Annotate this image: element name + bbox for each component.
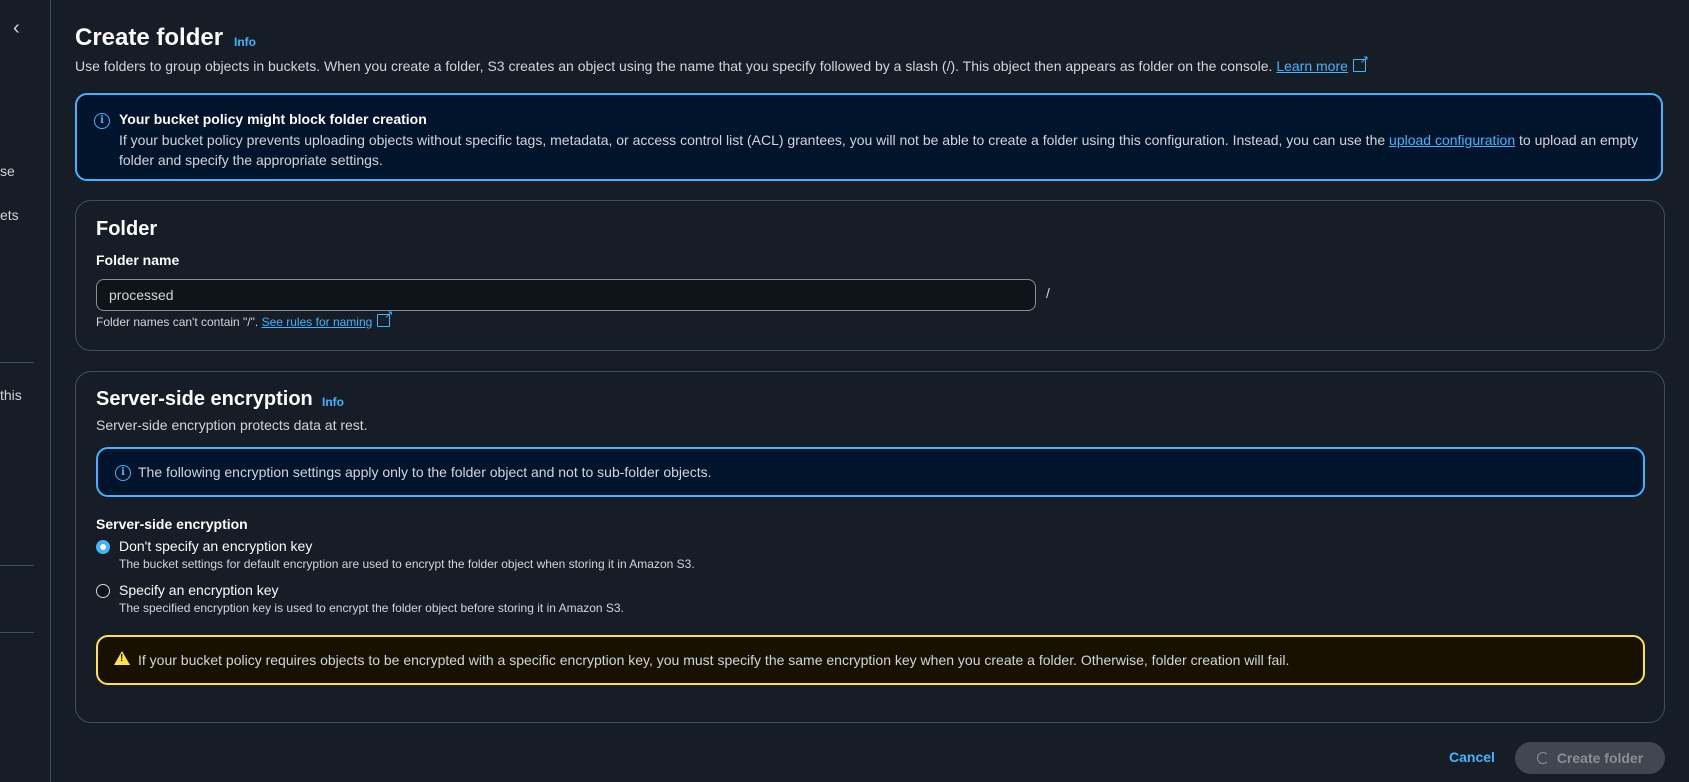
external-link-icon bbox=[1352, 53, 1369, 72]
radio-no-key-description: The bucket settings for default encrypti… bbox=[119, 557, 695, 571]
create-folder-label: Create folder bbox=[1556, 750, 1644, 766]
description-text: Use folders to group objects in buckets.… bbox=[75, 58, 1273, 74]
side-navigation: ‹ se ets this bbox=[0, 0, 51, 782]
nav-divider bbox=[0, 362, 34, 363]
nav-item-fragment[interactable]: se bbox=[0, 163, 15, 179]
encryption-field-label: Server-side encryption bbox=[96, 516, 248, 532]
radio-specify-key-label: Specify an encryption key bbox=[119, 582, 279, 598]
hint-text: Folder names can't contain "/". bbox=[96, 315, 259, 329]
learn-more-label: Learn more bbox=[1276, 58, 1348, 74]
page-title: Create folder bbox=[75, 24, 224, 51]
external-link-icon bbox=[377, 308, 393, 327]
warning-text: If your bucket policy requires objects t… bbox=[138, 652, 1290, 668]
alert-title: Your bucket policy might block folder cr… bbox=[119, 111, 427, 127]
encryption-info-alert: i The following encryption settings appl… bbox=[96, 447, 1645, 497]
policy-info-alert: i Your bucket policy might block folder … bbox=[75, 93, 1663, 181]
folder-slash: / bbox=[1046, 285, 1050, 301]
nav-item-fragment[interactable]: ets bbox=[0, 207, 19, 223]
encryption-warning-alert: If your bucket policy requires objects t… bbox=[96, 635, 1645, 685]
alert-body-text: If your bucket policy prevents uploading… bbox=[119, 132, 1386, 148]
info-icon: i bbox=[94, 113, 110, 129]
radio-specify-key-description: The specified encryption key is used to … bbox=[119, 601, 624, 615]
encryption-description: Server-side encryption protects data at … bbox=[96, 417, 368, 433]
radio-selected[interactable] bbox=[96, 540, 110, 554]
page-description: Use folders to group objects in buckets.… bbox=[75, 53, 1369, 74]
encryption-info-link[interactable]: Info bbox=[322, 395, 344, 409]
folder-name-input[interactable] bbox=[96, 279, 1036, 311]
naming-rules-label: See rules for naming bbox=[261, 315, 373, 329]
radio-no-key-label: Don't specify an encryption key bbox=[119, 538, 313, 554]
folder-name-label: Folder name bbox=[96, 252, 180, 268]
learn-more-link[interactable]: Learn more bbox=[1276, 58, 1348, 74]
warning-icon bbox=[114, 651, 130, 665]
nav-divider bbox=[0, 565, 34, 566]
folder-name-hint: Folder names can't contain "/". See rule… bbox=[96, 308, 393, 329]
encryption-heading: Server-side encryption bbox=[96, 388, 313, 410]
collapse-nav-icon[interactable]: ‹ bbox=[13, 17, 20, 40]
upload-configuration-link[interactable]: upload configuration bbox=[1389, 132, 1515, 148]
info-icon: i bbox=[115, 465, 131, 481]
encryption-alert-text: The following encryption settings apply … bbox=[138, 464, 712, 480]
folder-container: Folder Folder name / Folder names can't … bbox=[75, 200, 1665, 351]
naming-rules-link[interactable]: See rules for naming bbox=[262, 315, 373, 329]
nav-item-fragment[interactable]: this bbox=[0, 387, 22, 403]
cancel-button[interactable]: Cancel bbox=[1449, 749, 1495, 765]
nav-divider bbox=[0, 632, 34, 633]
folder-heading: Folder bbox=[96, 218, 158, 240]
create-folder-button[interactable]: Create folder bbox=[1515, 742, 1665, 774]
alert-body: If your bucket policy prevents uploading… bbox=[119, 130, 1643, 170]
radio-unselected[interactable] bbox=[96, 584, 110, 598]
title-info-link[interactable]: Info bbox=[234, 35, 256, 49]
loading-spinner-icon bbox=[1536, 752, 1549, 764]
encryption-container: Server-side encryption Info Server-side … bbox=[75, 371, 1665, 723]
